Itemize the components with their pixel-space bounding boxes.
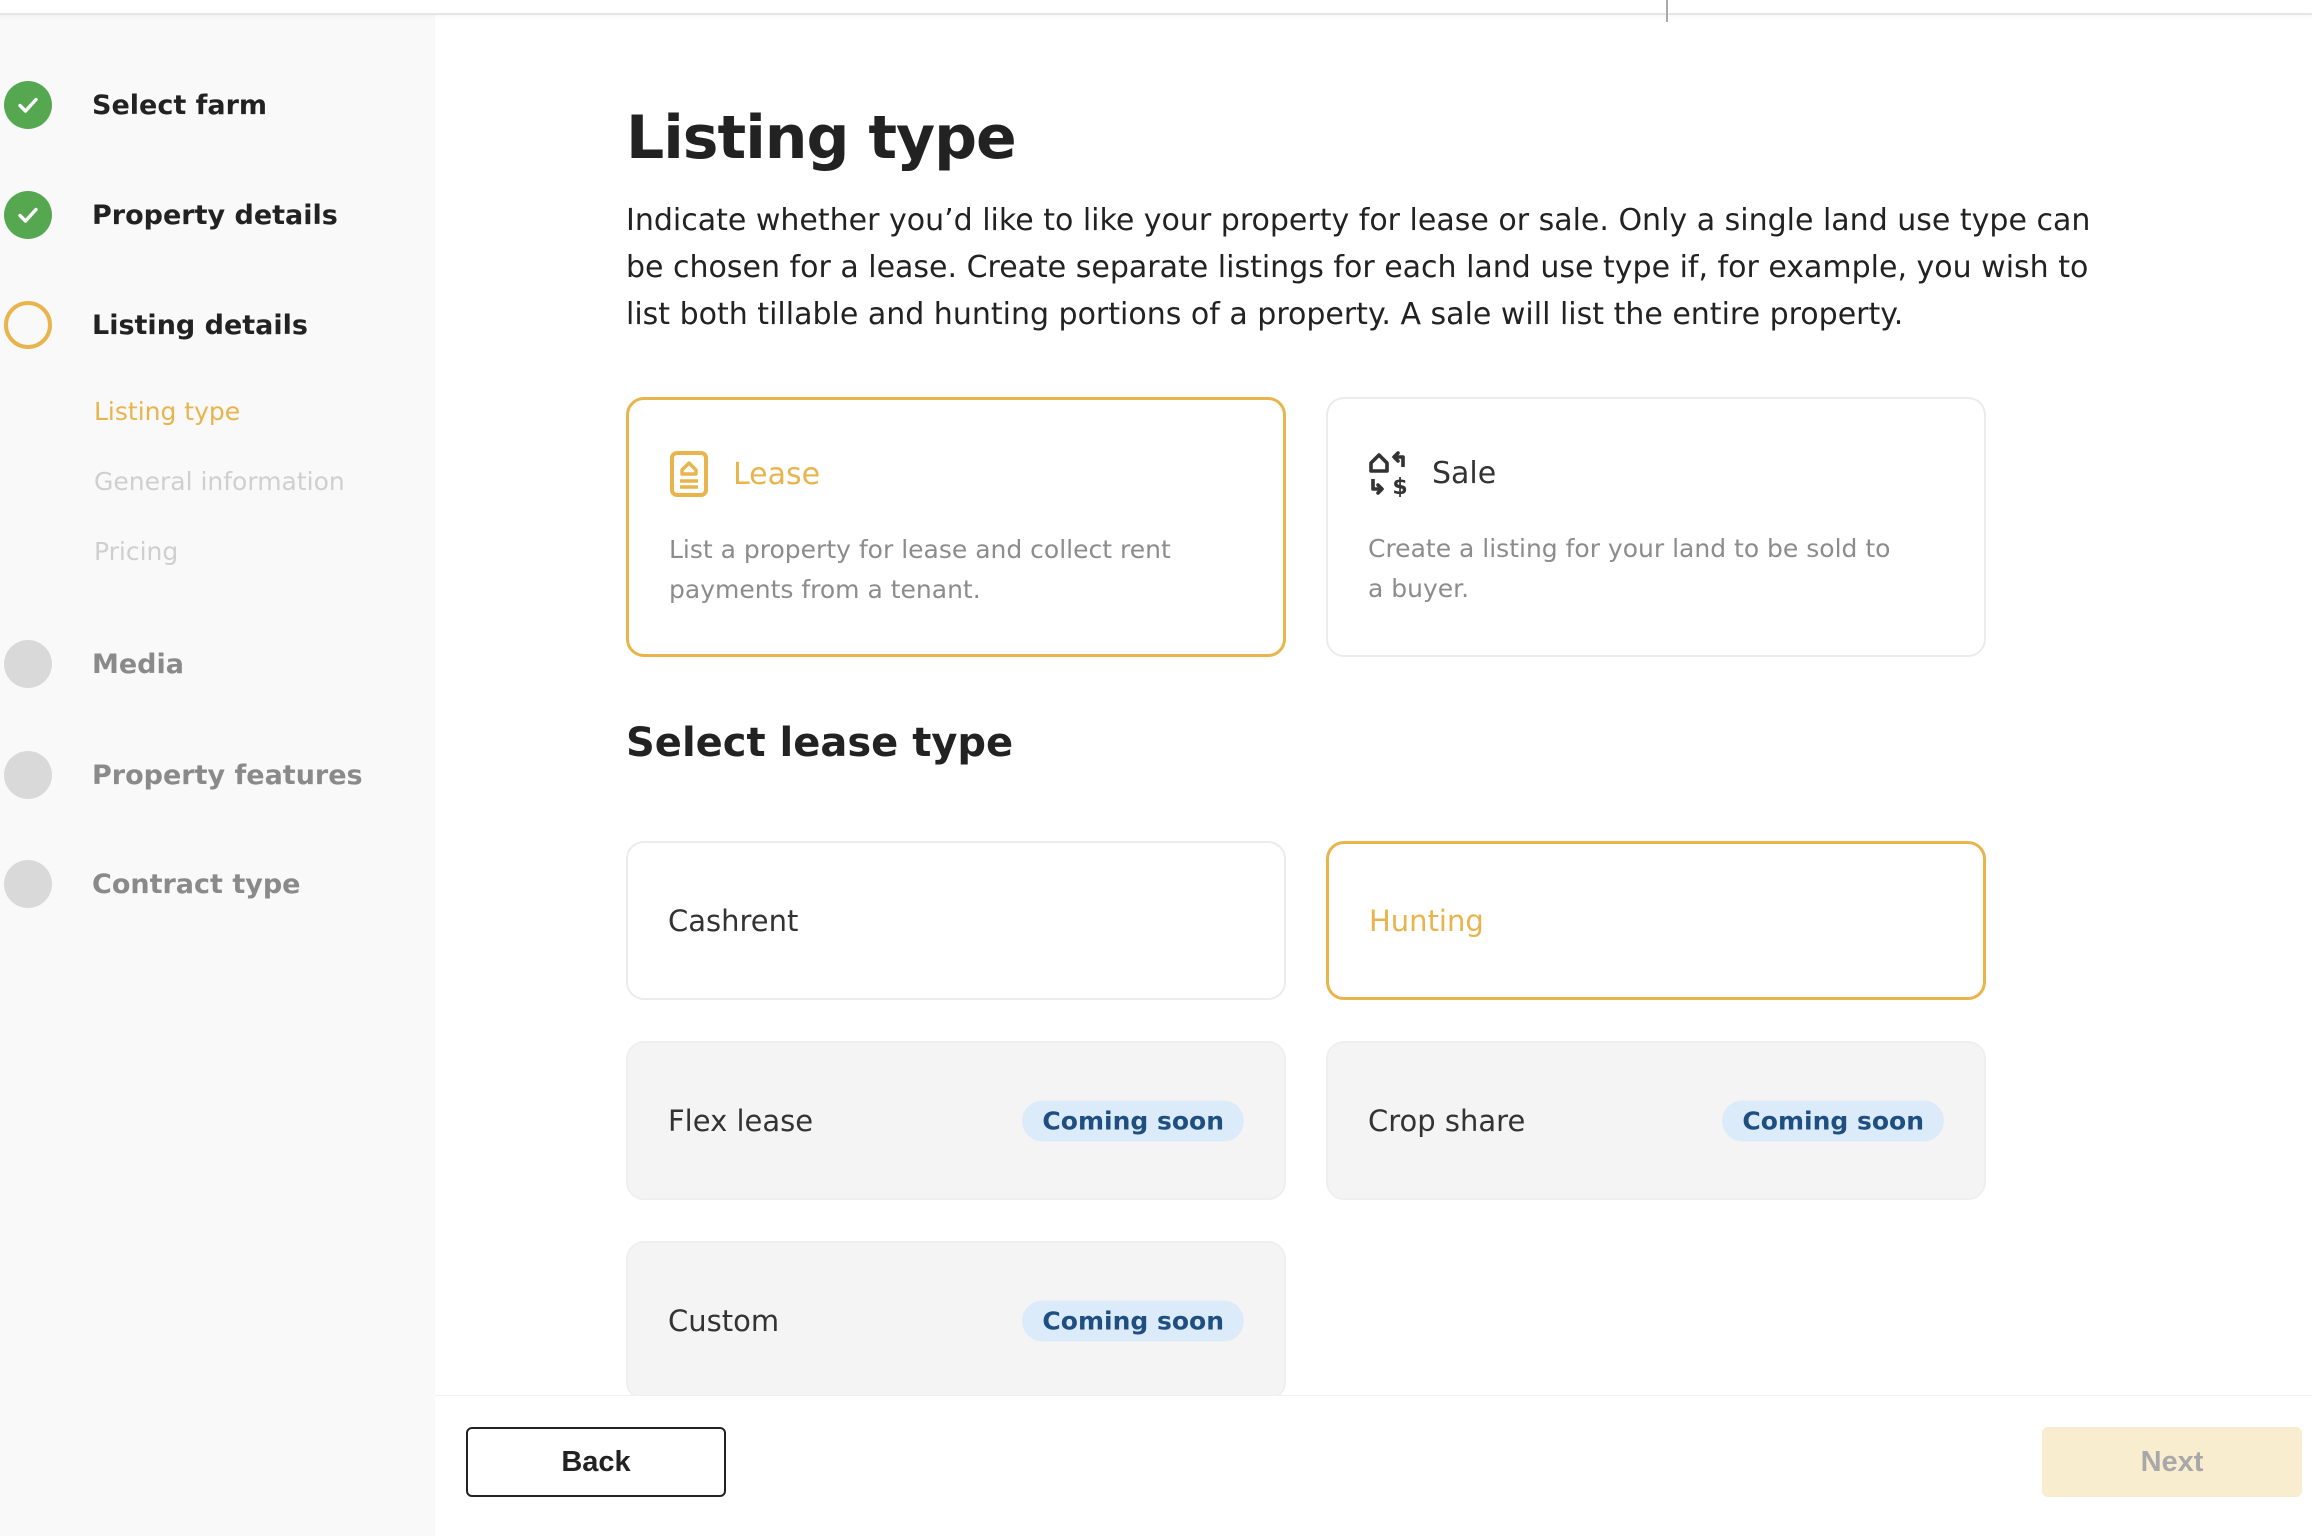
coming-soon-badge: Coming soon xyxy=(1022,1300,1244,1341)
lease-type-custom: Custom Coming soon xyxy=(626,1241,1286,1400)
lease-type-heading: Select lease type xyxy=(626,720,1014,766)
lease-type-flex-lease: Flex lease Coming soon xyxy=(626,1041,1286,1200)
lease-document-icon xyxy=(669,450,713,498)
top-bar xyxy=(0,0,2312,15)
listing-option-description: Create a listing for your land to be sol… xyxy=(1368,534,1891,603)
lease-type-label: Flex lease xyxy=(668,1103,814,1138)
house-dollar-exchange-icon: $ xyxy=(1368,449,1412,500)
top-bar-divider xyxy=(1666,0,1668,22)
lease-type-label: Cashrent xyxy=(668,903,799,938)
lease-type-crop-share: Crop share Coming soon xyxy=(1326,1041,1986,1200)
pending-step-icon xyxy=(4,751,52,799)
listing-option-description: List a property for lease and collect re… xyxy=(669,535,1171,604)
svg-text:$: $ xyxy=(1392,475,1407,497)
lease-type-hunting[interactable]: Hunting xyxy=(1326,841,1986,1000)
step-label: Contract type xyxy=(92,868,301,900)
main-content: Listing type Indicate whether you’d like… xyxy=(435,15,2312,1536)
substep-general-information[interactable]: General information xyxy=(94,467,345,496)
step-label: Media xyxy=(92,648,184,680)
listing-option-lease[interactable]: Lease List a property for lease and coll… xyxy=(626,397,1286,657)
progress-sidebar: Select farm Property details Listing det… xyxy=(0,15,435,1536)
listing-option-sale[interactable]: $ Sale Create a listing for your land to… xyxy=(1326,397,1986,657)
step-label: Property features xyxy=(92,759,363,791)
next-button[interactable]: Next xyxy=(2042,1427,2302,1497)
back-button[interactable]: Back xyxy=(466,1427,726,1497)
step-label: Property details xyxy=(92,199,338,231)
substep-pricing[interactable]: Pricing xyxy=(94,537,178,566)
wizard-footer: Back Next xyxy=(435,1395,2312,1536)
coming-soon-badge: Coming soon xyxy=(1022,1100,1244,1141)
check-icon xyxy=(4,81,52,129)
check-icon xyxy=(4,191,52,239)
substep-listing-type[interactable]: Listing type xyxy=(94,397,240,426)
listing-option-title: Sale xyxy=(1432,455,1497,491)
lease-type-label: Custom xyxy=(668,1303,780,1338)
listing-option-title: Lease xyxy=(733,456,821,492)
lease-type-label: Hunting xyxy=(1369,903,1484,938)
ring-icon xyxy=(4,301,52,349)
step-label: Select farm xyxy=(92,89,268,121)
page-description: Indicate whether you’d like to like your… xyxy=(626,203,2091,332)
pending-step-icon xyxy=(4,860,52,908)
lease-type-cashrent[interactable]: Cashrent xyxy=(626,841,1286,1000)
pending-step-icon xyxy=(4,640,52,688)
coming-soon-badge: Coming soon xyxy=(1722,1100,1944,1141)
step-label: Listing details xyxy=(92,309,308,341)
lease-type-label: Crop share xyxy=(1368,1103,1526,1138)
page-title: Listing type xyxy=(626,103,1017,173)
